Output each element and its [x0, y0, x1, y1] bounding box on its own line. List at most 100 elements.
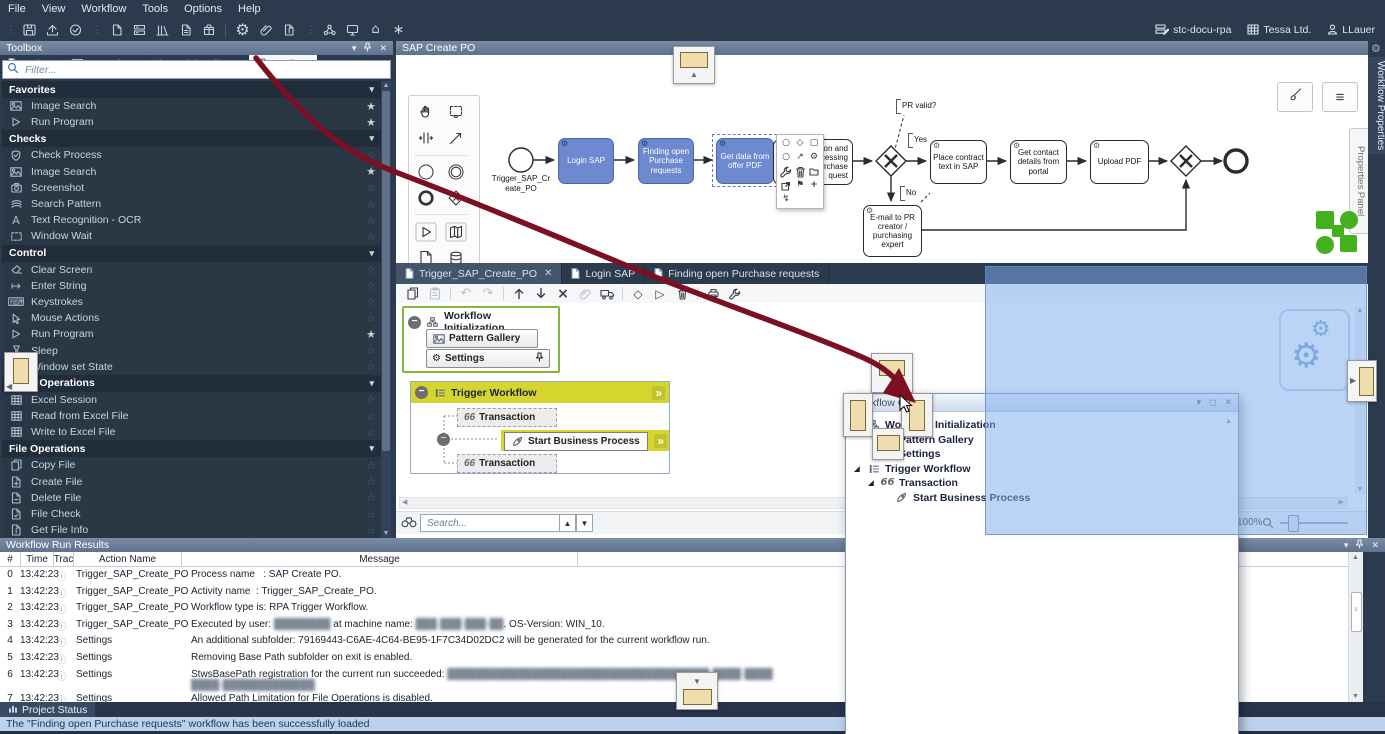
- settings-button[interactable]: ⚙ Settings: [426, 349, 550, 368]
- contextpad-gears-icon[interactable]: ⚙: [807, 151, 821, 164]
- collapse-button[interactable]: −: [437, 433, 450, 446]
- menu-file[interactable]: File: [0, 1, 34, 17]
- favorite-star-icon[interactable]: ☆: [366, 295, 381, 308]
- package-button[interactable]: [197, 20, 220, 39]
- menu-tools[interactable]: Tools: [134, 1, 176, 17]
- save-button[interactable]: [18, 20, 41, 39]
- toolbox-item-write-to-excel-file[interactable]: Write to Excel File☆: [2, 424, 381, 440]
- task-email-to-pr-creator[interactable]: ⚙ E-mail to PR creator / purchasing expe…: [863, 205, 922, 257]
- account-server-edit[interactable]: stc-docu-rpa: [1155, 24, 1231, 36]
- toolbox-item-window-set-state[interactable]: Window set State☆: [2, 359, 381, 375]
- menu-view[interactable]: View: [34, 1, 74, 17]
- close-icon[interactable]: ✕: [544, 268, 552, 279]
- contextpad-folder-icon[interactable]: [807, 165, 821, 178]
- task-finding-open-purchase-requests[interactable]: ⚙ Finding open Purchase requests: [638, 138, 694, 184]
- column-header-time[interactable]: Time: [21, 552, 54, 566]
- editor-tab-login-sap[interactable]: Login SAP: [562, 263, 645, 284]
- contextpad-wrench-icon[interactable]: [779, 165, 793, 178]
- toolbox-item-excel-session[interactable]: Excel Session☆: [2, 392, 381, 408]
- chevron-down-icon[interactable]: ▾: [1344, 540, 1349, 551]
- context-pad[interactable]: ○◇▢○↗⚙⚑+↯: [776, 134, 824, 209]
- toolbox-item-file-check[interactable]: File Check☆: [2, 506, 381, 522]
- contextpad-flag-icon[interactable]: ⚑: [793, 179, 807, 192]
- account-grid-table[interactable]: Tessa Ltd.: [1247, 24, 1311, 36]
- favorite-star-icon[interactable]: ☆: [366, 181, 381, 194]
- menu-workflow[interactable]: Workflow: [73, 1, 134, 17]
- editor-tab-trigger-sap-create-po[interactable]: Trigger_SAP_Create_PO✕: [396, 263, 562, 284]
- breakpoint-diamond-button[interactable]: ◇: [627, 285, 649, 302]
- close-icon[interactable]: ✕: [379, 43, 387, 54]
- toolbox-item-get-file-info[interactable]: Get File Info☆: [2, 522, 381, 538]
- trigger-workflow-block[interactable]: − Trigger Workflow » 66 Transaction − »: [410, 381, 670, 474]
- palette-page-tool[interactable]: [419, 247, 433, 263]
- gateway-join[interactable]: [1171, 146, 1201, 176]
- transaction-chip[interactable]: 66 Transaction: [457, 454, 557, 473]
- palette-circle-double-tool[interactable]: [447, 161, 465, 183]
- toolbox-item-window-wait[interactable]: Window Wait☆: [2, 228, 381, 244]
- menu-help[interactable]: Help: [230, 1, 269, 17]
- menu-options[interactable]: Options: [176, 1, 230, 17]
- toolbox-item-read-from-excel-file[interactable]: Read from Excel File☆: [2, 408, 381, 424]
- contextpad-lightning-icon[interactable]: ↯: [779, 193, 793, 206]
- favorite-star-icon[interactable]: ☆: [366, 344, 381, 357]
- toolbox-item-mouse-actions[interactable]: Mouse Actions☆: [2, 310, 381, 326]
- monitor-button[interactable]: [341, 20, 364, 39]
- expander-icon[interactable]: ◢: [852, 465, 862, 473]
- diagram-menu-button[interactable]: ≡: [1322, 82, 1358, 112]
- gear-button[interactable]: ⚙: [231, 20, 254, 39]
- favorite-star-icon[interactable]: ☆: [366, 393, 381, 406]
- contextpad-external-link-icon[interactable]: [779, 179, 793, 192]
- toolbox-item-delete-file[interactable]: Delete File☆: [2, 490, 381, 506]
- search-previous-button[interactable]: ▲: [559, 514, 576, 532]
- task-get-contact-details[interactable]: ⚙ Get contact details from portal: [1010, 140, 1067, 184]
- copy-button[interactable]: [402, 285, 424, 302]
- toolbox-item-run-program[interactable]: Run Program★: [2, 326, 381, 342]
- printer-button[interactable]: [702, 285, 724, 302]
- project-status-tab[interactable]: Project Status: [0, 702, 95, 717]
- truck-button[interactable]: [596, 285, 618, 302]
- column-header--[interactable]: #: [0, 552, 21, 566]
- favorite-star-icon[interactable]: ☆: [366, 149, 381, 162]
- task-upload-pdf[interactable]: ⚙ Upload PDF: [1090, 140, 1149, 184]
- bpmn-canvas[interactable]: Trigger_SAP_Cr eate_PO ⚙ Login SAP ⚙ Fin…: [396, 55, 1368, 263]
- toolbox-item-screenshot[interactable]: Screenshot☆: [2, 180, 381, 196]
- toolbox-item-create-file[interactable]: Create File☆: [2, 474, 381, 490]
- theme-brush-button[interactable]: [1277, 82, 1313, 112]
- favorite-star-icon[interactable]: ★: [366, 116, 381, 129]
- palette-lasso-tool[interactable]: [448, 101, 464, 123]
- home-button[interactable]: ⌂: [364, 20, 387, 39]
- pin-icon[interactable]: [1355, 539, 1364, 551]
- column-header-message[interactable]: Message: [182, 552, 578, 566]
- chevron-down-icon[interactable]: ▾: [352, 43, 357, 54]
- section-header-file-operations[interactable]: File Operations▾: [2, 440, 381, 457]
- favorite-star-icon[interactable]: ☆: [366, 426, 381, 439]
- search-next-button[interactable]: ▼: [576, 514, 593, 532]
- pin-icon[interactable]: [535, 352, 544, 365]
- toolbox-item-copy-file[interactable]: Copy File☆: [2, 457, 381, 473]
- palette-hand-tool[interactable]: [418, 101, 434, 123]
- contextpad-connect-node-icon[interactable]: ↗: [793, 151, 807, 164]
- section-header-control[interactable]: Control▾: [2, 245, 381, 262]
- repository-button[interactable]: [128, 20, 151, 39]
- toolbox-item-search-pattern[interactable]: Search Pattern☆: [2, 196, 381, 212]
- new-file-button[interactable]: [105, 20, 128, 39]
- contextpad-circle-icon[interactable]: ○: [779, 137, 793, 150]
- results-scrollbar[interactable]: ▲ ≡ ▼: [1348, 552, 1363, 702]
- contextpad-diamond-icon[interactable]: ◇: [793, 137, 807, 150]
- transaction-chip[interactable]: 66 Transaction: [457, 408, 557, 427]
- arrow-up-button[interactable]: [508, 285, 530, 302]
- start-business-process-chip[interactable]: Start Business Process: [504, 432, 648, 451]
- account-person[interactable]: LLauer: [1327, 24, 1375, 36]
- trash-button[interactable]: [671, 285, 693, 302]
- collapse-button[interactable]: −: [408, 316, 421, 329]
- palette-map-tool[interactable]: [445, 221, 467, 243]
- document-button[interactable]: [174, 20, 197, 39]
- favorite-star-icon[interactable]: ☆: [366, 230, 381, 243]
- end-event[interactable]: [1225, 150, 1247, 172]
- favorite-star-icon[interactable]: ☆: [366, 475, 381, 488]
- favorite-star-icon[interactable]: ★: [366, 328, 381, 341]
- expander-icon[interactable]: ◢: [866, 479, 876, 487]
- task-place-contract-text[interactable]: ⚙ Place contract text in SAP: [930, 140, 987, 184]
- palette-play-box-tool[interactable]: [415, 221, 437, 243]
- palette-space-tool-tool[interactable]: [418, 127, 434, 149]
